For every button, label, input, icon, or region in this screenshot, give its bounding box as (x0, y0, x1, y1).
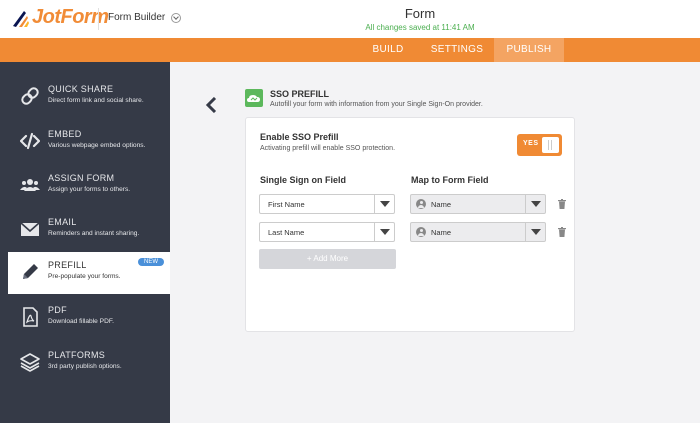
caret-down-icon (380, 229, 390, 235)
jotform-logo[interactable]: JotForm (10, 6, 109, 29)
sidebar-item-subtitle: Pre-populate your forms. (48, 273, 121, 280)
toggle-knob (542, 137, 559, 153)
sidebar-item-embed[interactable]: EMBED Various webpage embed options. (8, 121, 170, 163)
sidebar-item-title: PREFILL (48, 260, 87, 270)
back-arrow-icon[interactable] (205, 97, 217, 113)
caret-down-icon (531, 201, 541, 207)
select-toggle (374, 223, 394, 241)
tab-settings[interactable]: SETTINGS (420, 38, 494, 62)
trash-icon[interactable] (558, 227, 566, 237)
sso-field-select[interactable]: Last Name (259, 222, 395, 242)
select-toggle (525, 223, 545, 241)
header-divider (98, 8, 99, 30)
layers-icon (20, 353, 40, 372)
caret-down-icon (380, 201, 390, 207)
form-field-select[interactable]: Name (410, 194, 546, 214)
sidebar-item-subtitle: Assign your forms to others. (48, 186, 131, 193)
sidebar-item-title: ASSIGN FORM (48, 173, 115, 183)
enable-sso-toggle[interactable]: YES (517, 134, 562, 156)
new-badge: NEW (138, 258, 164, 266)
section-title: SSO PREFILL (270, 89, 330, 99)
sso-prefill-card: Enable SSO Prefill Activating prefill wi… (245, 117, 575, 332)
form-field-value: Name (431, 200, 452, 209)
sidebar-item-platforms[interactable]: PLATFORMS 3rd party publish options. (8, 342, 170, 384)
sidebar-item-assign-form[interactable]: ASSIGN FORM Assign your forms to others. (8, 165, 170, 207)
sso-field-select[interactable]: First Name (259, 194, 395, 214)
column-header-sso-field: Single Sign on Field (260, 175, 347, 185)
tab-publish[interactable]: PUBLISH (494, 38, 564, 62)
section-description: Autofill your form with information from… (270, 101, 483, 108)
sidebar-item-email[interactable]: EMAIL Reminders and instant sharing. (8, 209, 170, 251)
sso-field-value: First Name (268, 200, 305, 209)
add-more-button[interactable]: + Add More (259, 249, 396, 269)
toggle-label: YES (523, 140, 539, 147)
form-builder-dropdown[interactable]: Form Builder (108, 12, 182, 23)
sidebar-item-subtitle: 3rd party publish options. (48, 363, 122, 370)
envelope-icon (20, 222, 40, 236)
sidebar-item-title: PLATFORMS (48, 350, 106, 360)
sidebar-item-title: PDF (48, 305, 67, 315)
code-icon (20, 132, 40, 150)
trash-icon[interactable] (558, 199, 566, 209)
enable-sso-title: Enable SSO Prefill (260, 132, 339, 142)
sidebar-item-quick-share[interactable]: QUICK SHARE Direct form link and social … (8, 76, 170, 118)
form-title-block: Form All changes saved at 11:41 AM (300, 6, 540, 32)
select-toggle (525, 195, 545, 213)
sidebar-item-title: QUICK SHARE (48, 84, 114, 94)
cloud-icon (245, 89, 263, 107)
top-header: JotForm Form Builder Form All changes sa… (0, 0, 700, 38)
link-icon (21, 87, 39, 105)
sidebar-item-title: EMBED (48, 129, 82, 139)
save-status: All changes saved at 11:41 AM (365, 23, 475, 32)
user-icon (416, 227, 426, 237)
sidebar-item-subtitle: Download fillable PDF. (48, 318, 114, 325)
column-header-form-field: Map to Form Field (411, 175, 489, 185)
sidebar-item-title: EMAIL (48, 217, 77, 227)
sidebar-item-prefill[interactable]: PREFILL Pre-populate your forms. NEW (8, 252, 170, 294)
form-field-value: Name (431, 228, 452, 237)
jotform-logo-icon (13, 10, 29, 27)
pdf-icon (23, 307, 38, 327)
select-toggle (374, 195, 394, 213)
caret-down-icon (531, 229, 541, 235)
user-icon (416, 199, 426, 209)
chevron-down-icon (171, 12, 182, 23)
form-builder-label: Form Builder (108, 12, 166, 23)
tab-build[interactable]: BUILD (356, 38, 420, 62)
form-field-select[interactable]: Name (410, 222, 546, 242)
main-nav: BUILD SETTINGS PUBLISH (0, 38, 700, 62)
sidebar-item-pdf[interactable]: PDF Download fillable PDF. (8, 297, 170, 339)
sidebar-item-subtitle: Various webpage embed options. (48, 142, 146, 149)
users-icon (20, 179, 40, 191)
sidebar-item-subtitle: Reminders and instant sharing. (48, 230, 140, 237)
pencil-icon (23, 264, 38, 279)
sso-field-value: Last Name (268, 228, 305, 237)
publish-sidebar: QUICK SHARE Direct form link and social … (0, 62, 170, 423)
form-title[interactable]: Form (300, 6, 540, 21)
sidebar-item-subtitle: Direct form link and social share. (48, 97, 144, 104)
enable-sso-description: Activating prefill will enable SSO prote… (260, 145, 396, 152)
